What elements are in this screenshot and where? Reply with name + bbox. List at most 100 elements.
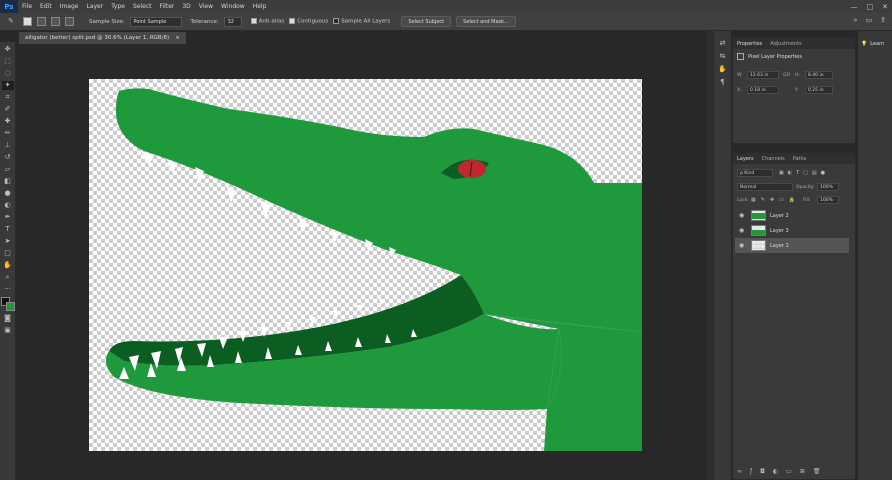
new-selection-icon[interactable]: [23, 17, 32, 26]
visibility-eye-icon[interactable]: ◉: [739, 212, 747, 219]
link-label[interactable]: GO: [783, 73, 790, 78]
tab-properties[interactable]: Properties: [737, 41, 762, 47]
pen-tool-icon[interactable]: ✒: [2, 213, 14, 222]
menu-filter[interactable]: Filter: [156, 3, 179, 10]
opacity-field[interactable]: 100%: [817, 183, 839, 191]
swatches-icon[interactable]: ⇆: [720, 52, 726, 60]
filter-pixel-icon[interactable]: ▣: [779, 170, 784, 176]
crop-tool-icon[interactable]: ⌗: [2, 93, 14, 102]
menu-window[interactable]: Window: [217, 3, 249, 10]
antialias-checkbox[interactable]: Anti-alias: [250, 18, 284, 25]
canvas-area[interactable]: [17, 44, 707, 480]
lasso-tool-icon[interactable]: ◌: [2, 69, 14, 78]
fx-icon[interactable]: ƒ: [750, 468, 752, 475]
eyedropper-tool-icon[interactable]: ✐: [2, 105, 14, 114]
share-icon[interactable]: ⇪: [880, 16, 886, 25]
history-brush-icon[interactable]: ↺: [2, 153, 14, 162]
x-field[interactable]: 0.18 in: [747, 86, 779, 94]
artboard[interactable]: [89, 79, 642, 451]
delete-layer-icon[interactable]: 🗑: [813, 468, 821, 475]
tab-adjustments[interactable]: Adjustments: [770, 41, 801, 47]
sample-size-select[interactable]: Point Sample: [129, 16, 182, 27]
visibility-eye-icon[interactable]: ◉: [739, 242, 747, 249]
filter-smart-icon[interactable]: ▤: [812, 170, 817, 176]
adjustment-layer-icon[interactable]: ◐: [773, 468, 778, 475]
filter-adjustment-icon[interactable]: ◐: [788, 170, 792, 176]
menu-help[interactable]: Help: [249, 3, 271, 10]
magic-wand-tool-icon[interactable]: ✎: [4, 17, 18, 26]
tab-paths[interactable]: Paths: [793, 156, 807, 162]
document-tab[interactable]: alligator (better) split.psd @ 30.6% (La…: [19, 32, 186, 44]
type-tool-icon[interactable]: T: [2, 225, 14, 234]
workspace-icon[interactable]: ▭: [866, 16, 873, 25]
layer-row-layer-3[interactable]: ◉ Layer 3: [735, 223, 849, 238]
menu-layer[interactable]: Layer: [82, 3, 107, 10]
learn-button[interactable]: 💡 Learn: [861, 41, 884, 47]
lock-pixels-icon[interactable]: ▦: [751, 197, 756, 203]
paragraph-icon[interactable]: ¶: [720, 78, 724, 86]
menu-file[interactable]: File: [18, 3, 36, 10]
width-field[interactable]: 12.63 in: [747, 71, 779, 79]
background-color-icon[interactable]: [5, 302, 15, 311]
menu-select[interactable]: Select: [129, 3, 156, 10]
menu-edit[interactable]: Edit: [36, 3, 56, 10]
zoom-tool-icon[interactable]: ⌕: [2, 273, 14, 282]
tab-channels[interactable]: Channels: [762, 156, 785, 162]
lock-artboard-icon[interactable]: ▭: [779, 197, 784, 203]
subtract-selection-icon[interactable]: [51, 17, 60, 26]
search-icon[interactable]: ⌕: [854, 16, 858, 25]
filter-toggle-icon[interactable]: ●: [821, 170, 825, 176]
hand-tool-icon[interactable]: ✋: [2, 261, 14, 270]
close-tab-icon[interactable]: ×: [175, 35, 180, 41]
close-window-icon[interactable]: ✕: [882, 3, 888, 11]
lock-all-icon[interactable]: 🔒: [789, 197, 795, 203]
path-select-icon[interactable]: ➤: [2, 237, 14, 246]
healing-brush-icon[interactable]: ✚: [2, 117, 14, 126]
minimize-icon[interactable]: —: [851, 3, 858, 11]
menu-type[interactable]: Type: [107, 3, 129, 10]
layer-filter-select[interactable]: ρ Kind: [737, 169, 773, 177]
paint-bucket-icon[interactable]: ◧: [2, 177, 14, 186]
dodge-tool-icon[interactable]: ◐: [2, 201, 14, 210]
visibility-eye-icon[interactable]: ◉: [739, 227, 747, 234]
marquee-tool-icon[interactable]: ⬚: [2, 57, 14, 66]
move-tool-icon[interactable]: ✥: [2, 45, 14, 54]
link-layers-icon[interactable]: ∞: [737, 468, 742, 475]
lock-position-icon[interactable]: ✥: [770, 197, 774, 203]
layer-row-layer-1[interactable]: ◉ Layer 1: [735, 238, 849, 253]
maximize-icon[interactable]: □: [867, 3, 874, 11]
blur-tool-icon[interactable]: ●: [2, 189, 14, 198]
group-icon[interactable]: ▭: [786, 468, 792, 475]
select-and-mask-button[interactable]: Select and Mask...: [456, 16, 516, 27]
adjust-icon[interactable]: ✋: [718, 65, 727, 73]
tolerance-input[interactable]: 32: [223, 16, 242, 27]
y-field[interactable]: 0.25 in: [805, 86, 833, 94]
history-icon[interactable]: ⇄: [720, 39, 726, 47]
more-tools-icon[interactable]: ···: [2, 285, 14, 294]
brush-tool-icon[interactable]: ✏: [2, 129, 14, 138]
filter-type-icon[interactable]: T: [796, 170, 799, 176]
menu-view[interactable]: View: [195, 3, 217, 10]
color-swatches[interactable]: [0, 297, 15, 311]
magic-wand-icon[interactable]: ✦: [1, 81, 14, 90]
filter-shape-icon[interactable]: ▢: [803, 170, 808, 176]
menu-3d[interactable]: 3D: [178, 3, 194, 10]
lock-paint-icon[interactable]: ✎: [761, 197, 765, 203]
contiguous-checkbox[interactable]: Contiguous: [289, 18, 328, 25]
tab-layers[interactable]: Layers: [737, 156, 754, 162]
intersect-selection-icon[interactable]: [65, 17, 74, 26]
sample-all-checkbox[interactable]: Sample All Layers: [333, 18, 390, 25]
blend-mode-select[interactable]: Normal: [737, 183, 793, 191]
screen-mode-icon[interactable]: ▣: [2, 326, 14, 335]
menu-image[interactable]: Image: [56, 3, 83, 10]
shape-tool-icon[interactable]: ▢: [2, 249, 14, 258]
height-field[interactable]: 8.40 in: [805, 71, 833, 79]
add-mask-icon[interactable]: ◘: [760, 468, 765, 475]
quick-mask-icon[interactable]: ◙: [2, 314, 14, 323]
add-selection-icon[interactable]: [37, 17, 46, 26]
select-subject-button[interactable]: Select Subject: [401, 16, 452, 27]
layer-row-layer-2[interactable]: ◉ Layer 2: [735, 208, 849, 223]
eraser-tool-icon[interactable]: ▱: [2, 165, 14, 174]
fill-field[interactable]: 100%: [817, 196, 839, 204]
clone-stamp-icon[interactable]: ⊥: [2, 141, 14, 150]
